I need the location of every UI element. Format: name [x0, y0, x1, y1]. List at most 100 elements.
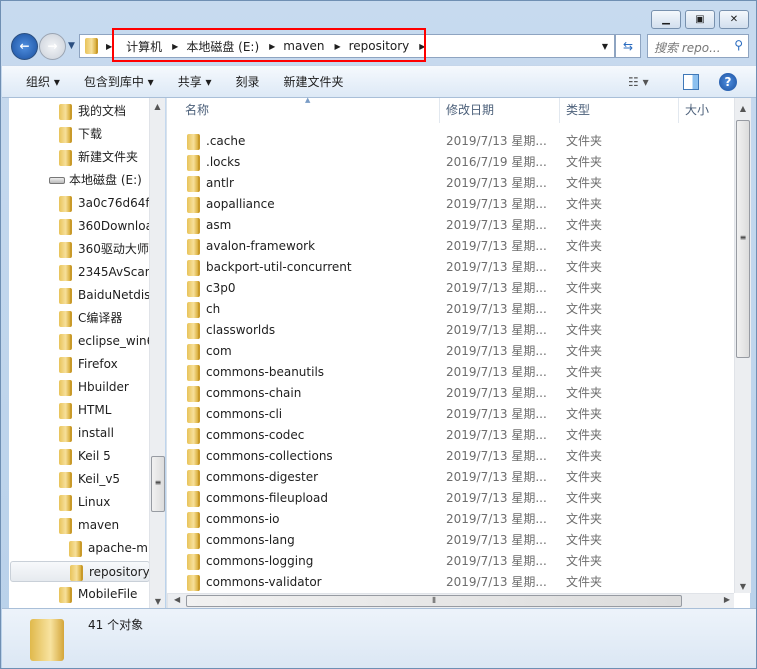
tree-item[interactable]: BaiduNetdis: [59, 285, 150, 306]
file-row[interactable]: aopalliance 2019/7/13 星期... 文件夹: [167, 194, 734, 215]
file-row[interactable]: com 2019/7/13 星期... 文件夹: [167, 341, 734, 362]
tree-item[interactable]: MobileFile: [59, 584, 137, 605]
file-type: 文件夹: [566, 512, 603, 526]
file-type: 文件夹: [566, 218, 603, 232]
tree-item[interactable]: Keil 5: [59, 446, 111, 467]
file-list: ▲ 名称 修改日期 类型 大小 ▲ ≡ ▼ ◀ ⦀ ▶ .cache 2019/7…: [166, 96, 751, 608]
preview-pane-icon[interactable]: [683, 73, 699, 90]
view-options-icon[interactable]: ☷ ▾: [628, 75, 649, 89]
horizontal-scrollbar-thumb[interactable]: ⦀: [186, 595, 682, 607]
tree-item[interactable]: 360驱动大师: [59, 239, 149, 260]
file-type: 文件夹: [566, 449, 603, 463]
burn-button[interactable]: 刻录: [236, 73, 260, 90]
file-date: 2019/7/13 星期...: [446, 491, 547, 505]
file-name: classworlds: [206, 323, 276, 337]
file-type: 文件夹: [566, 197, 603, 211]
file-row[interactable]: commons-chain 2019/7/13 星期... 文件夹: [167, 383, 734, 404]
folder-icon: [59, 471, 72, 488]
include-library-button[interactable]: 包含到库中 ▾: [84, 73, 154, 90]
address-bar[interactable]: ▶ 计算机 ▶ 本地磁盘 (E:) ▶ maven ▶ repository ▶ ▼: [79, 28, 615, 62]
maximize-button[interactable]: ▣: [685, 10, 715, 29]
file-type: 文件夹: [566, 281, 603, 295]
file-row[interactable]: commons-collections 2019/7/13 星期... 文件夹: [167, 446, 734, 467]
tree-item[interactable]: apache-m: [69, 538, 148, 559]
file-row[interactable]: backport-util-concurrent 2019/7/13 星期... 文…: [167, 257, 734, 278]
file-row[interactable]: avalon-framework 2019/7/13 星期... 文件夹: [167, 236, 734, 257]
new-folder-button[interactable]: 新建文件夹: [284, 73, 344, 90]
tree-item[interactable]: 新建文件夹: [59, 147, 138, 168]
forward-button[interactable]: →: [39, 33, 66, 60]
folder-icon: [59, 310, 72, 327]
tree-item[interactable]: Linux: [59, 492, 110, 513]
tree-item[interactable]: Firefox: [59, 354, 118, 375]
file-row[interactable]: commons-logging 2019/7/13 星期... 文件夹: [167, 551, 734, 572]
tree-item-label: C编译器: [78, 311, 123, 325]
file-type: 文件夹: [566, 575, 603, 589]
minimize-button[interactable]: ▁: [651, 10, 681, 29]
file-row[interactable]: antlr 2019/7/13 星期... 文件夹: [167, 173, 734, 194]
file-row[interactable]: commons-codec 2019/7/13 星期... 文件夹: [167, 425, 734, 446]
folder-icon: [59, 264, 72, 281]
column-type[interactable]: 类型: [560, 98, 679, 123]
list-vertical-scrollbar[interactable]: ▲ ≡ ▼: [734, 98, 751, 593]
file-name: commons-logging: [206, 554, 314, 568]
file-row[interactable]: classworlds 2019/7/13 星期... 文件夹: [167, 320, 734, 341]
tree-item[interactable]: Keil_v5: [59, 469, 120, 490]
file-row[interactable]: asm 2019/7/13 星期... 文件夹: [167, 215, 734, 236]
search-icon[interactable]: ⚲: [734, 38, 743, 52]
file-name: c3p0: [206, 281, 236, 295]
tree-scrollbar[interactable]: ▲ ≡ ▼: [149, 98, 165, 608]
close-button[interactable]: ✕: [719, 10, 749, 29]
column-name[interactable]: 名称: [167, 98, 440, 123]
refresh-button[interactable]: ⇆: [615, 34, 641, 58]
share-button[interactable]: 共享 ▾: [178, 73, 212, 90]
file-row[interactable]: c3p0 2019/7/13 星期... 文件夹: [167, 278, 734, 299]
tree-item[interactable]: install: [59, 423, 114, 444]
tree-item[interactable]: 2345AvScan: [59, 262, 152, 283]
folder-icon: [187, 218, 200, 234]
file-row[interactable]: commons-beanutils 2019/7/13 星期... 文件夹: [167, 362, 734, 383]
tree-item[interactable]: 下载: [59, 124, 102, 145]
tree-scrollbar-thumb[interactable]: ≡: [151, 456, 165, 512]
list-scrollbar-thumb[interactable]: ≡: [736, 120, 750, 358]
tree-item[interactable]: 360Downloa: [59, 216, 153, 237]
help-icon[interactable]: ?: [719, 72, 737, 91]
file-row[interactable]: commons-lang 2019/7/13 星期... 文件夹: [167, 530, 734, 551]
folder-icon: [187, 365, 200, 381]
folder-icon: [187, 428, 200, 444]
file-row[interactable]: commons-fileupload 2019/7/13 星期... 文件夹: [167, 488, 734, 509]
column-size[interactable]: 大小: [679, 98, 735, 123]
tree-item[interactable]: Hbuilder: [59, 377, 129, 398]
file-row[interactable]: commons-digester 2019/7/13 星期... 文件夹: [167, 467, 734, 488]
file-type: 文件夹: [566, 491, 603, 505]
file-type: 文件夹: [566, 554, 603, 568]
file-row[interactable]: commons-validator 2019/7/13 星期... 文件夹: [167, 572, 734, 593]
file-name: antlr: [206, 176, 234, 190]
file-date: 2019/7/13 星期...: [446, 302, 547, 316]
tree-item[interactable]: 我的文档: [59, 101, 126, 122]
file-row[interactable]: ch 2019/7/13 星期... 文件夹: [167, 299, 734, 320]
tree-item[interactable]: eclipse_win6: [59, 331, 154, 352]
address-dropdown[interactable]: ▼: [602, 42, 608, 51]
tree-item[interactable]: maven: [59, 515, 119, 536]
file-row[interactable]: commons-cli 2019/7/13 星期... 文件夹: [167, 404, 734, 425]
search-input[interactable]: 搜索 repo... ⚲: [647, 34, 749, 58]
organize-button[interactable]: 组织 ▾: [26, 73, 60, 90]
file-row[interactable]: .locks 2016/7/19 星期... 文件夹: [167, 152, 734, 173]
tree-item[interactable]: repository: [10, 561, 150, 582]
downloads-icon: [59, 126, 72, 143]
file-row[interactable]: .cache 2019/7/13 星期... 文件夹: [167, 131, 734, 152]
highlight-box: [112, 28, 426, 62]
tree-item[interactable]: 本地磁盘 (E:): [49, 170, 142, 191]
tree-item[interactable]: 3a0c76d64f: [59, 193, 150, 214]
recent-pages-dropdown[interactable]: ▼: [68, 41, 75, 51]
file-row[interactable]: commons-io 2019/7/13 星期... 文件夹: [167, 509, 734, 530]
file-date: 2019/7/13 星期...: [446, 407, 547, 421]
back-button[interactable]: ←: [11, 33, 38, 60]
file-date: 2019/7/13 星期...: [446, 218, 547, 232]
tree-item[interactable]: C编译器: [59, 308, 122, 329]
tree-item[interactable]: HTML: [59, 400, 111, 421]
column-date[interactable]: 修改日期: [440, 98, 560, 123]
folder-icon: [59, 494, 72, 511]
list-horizontal-scrollbar[interactable]: ◀ ⦀ ▶: [167, 593, 734, 608]
